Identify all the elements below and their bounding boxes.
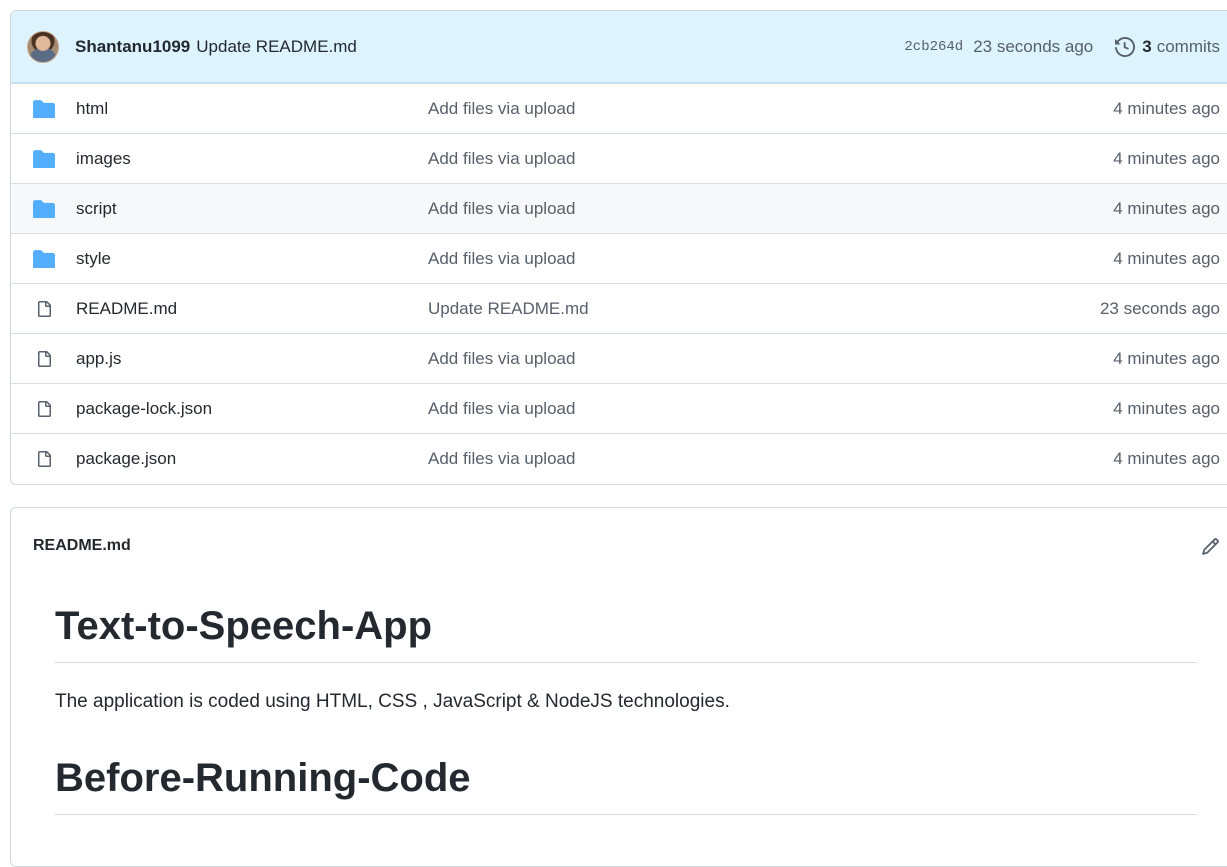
file-commit-message-link[interactable]: Update README.md — [428, 299, 1100, 319]
file-name-link[interactable]: package-lock.json — [76, 399, 428, 419]
file-commit-message-link[interactable]: Add files via upload — [428, 199, 1113, 219]
file-name-link[interactable]: README.md — [76, 299, 428, 319]
file-row-script[interactable]: script Add files via upload 4 minutes ag… — [11, 183, 1227, 233]
readme-paragraph: The application is coded using HTML, CSS… — [55, 691, 730, 712]
file-icon — [33, 450, 55, 468]
folder-icon — [33, 149, 55, 168]
file-age: 4 minutes ago — [1113, 448, 1220, 468]
file-commit-message-link[interactable]: Add files via upload — [428, 149, 1113, 169]
commit-count-label: commits — [1156, 36, 1220, 56]
file-commit-message-link[interactable]: Add files via upload — [428, 99, 1113, 119]
commit-author-link[interactable]: Shantanu1099 — [75, 37, 190, 57]
commit-sha-link[interactable]: 2cb264d — [904, 39, 963, 55]
commit-time: 23 seconds ago — [973, 36, 1094, 56]
file-age: 4 minutes ago — [1113, 198, 1220, 218]
history-icon — [1115, 36, 1136, 57]
file-row-html[interactable]: html Add files via upload 4 minutes ago — [11, 83, 1227, 133]
file-commit-message-link[interactable]: Add files via upload — [428, 449, 1113, 469]
file-name-link[interactable]: app.js — [76, 349, 428, 369]
file-age: 4 minutes ago — [1113, 148, 1220, 168]
file-browser: Shantanu1099 Update README.md 2cb264d 23… — [10, 10, 1227, 485]
file-commit-message-link[interactable]: Add files via upload — [428, 249, 1113, 269]
commit-count: 3 — [1142, 36, 1152, 56]
file-age: 4 minutes ago — [1113, 398, 1220, 418]
file-age: 4 minutes ago — [1113, 248, 1220, 268]
file-age: 4 minutes ago — [1113, 98, 1220, 118]
file-name-link[interactable]: package.json — [76, 449, 428, 469]
file-row-readme[interactable]: README.md Update README.md 23 seconds ag… — [11, 283, 1227, 333]
file-name-link[interactable]: script — [76, 199, 428, 219]
commits-history-link[interactable]: 3 commits — [1115, 37, 1220, 57]
avatar[interactable] — [27, 30, 59, 63]
readme-body: Text-to-Speech-App The application is co… — [11, 602, 1227, 815]
file-icon — [33, 300, 55, 318]
folder-icon — [33, 99, 55, 118]
latest-commit-bar: Shantanu1099 Update README.md 2cb264d 23… — [11, 11, 1227, 83]
file-row-style[interactable]: style Add files via upload 4 minutes ago — [11, 233, 1227, 283]
commit-message-link[interactable]: Update README.md — [196, 37, 357, 57]
file-name-link[interactable]: html — [76, 99, 428, 119]
pencil-icon[interactable] — [1201, 537, 1220, 556]
file-commit-message-link[interactable]: Add files via upload — [428, 349, 1113, 369]
folder-icon — [33, 199, 55, 218]
file-row-images[interactable]: images Add files via upload 4 minutes ag… — [11, 133, 1227, 183]
file-name-link[interactable]: style — [76, 249, 428, 269]
file-icon — [33, 400, 55, 418]
readme-panel: README.md Text-to-Speech-App The applica… — [10, 507, 1227, 867]
readme-header: README.md — [11, 508, 1227, 584]
file-commit-message-link[interactable]: Add files via upload — [428, 399, 1113, 419]
file-icon — [33, 350, 55, 368]
file-row-package-lock-json[interactable]: package-lock.json Add files via upload 4… — [11, 383, 1227, 433]
readme-filename[interactable]: README.md — [33, 537, 131, 555]
file-row-app-js[interactable]: app.js Add files via upload 4 minutes ag… — [11, 333, 1227, 383]
readme-heading-before-running: Before-Running-Code — [55, 754, 1197, 815]
file-age: 23 seconds ago — [1099, 298, 1220, 318]
readme-heading-title: Text-to-Speech-App — [55, 602, 1197, 663]
file-name-link[interactable]: images — [76, 149, 428, 169]
file-age: 4 minutes ago — [1113, 348, 1220, 368]
folder-icon — [33, 249, 55, 268]
file-row-package-json[interactable]: package.json Add files via upload 4 minu… — [11, 433, 1227, 483]
